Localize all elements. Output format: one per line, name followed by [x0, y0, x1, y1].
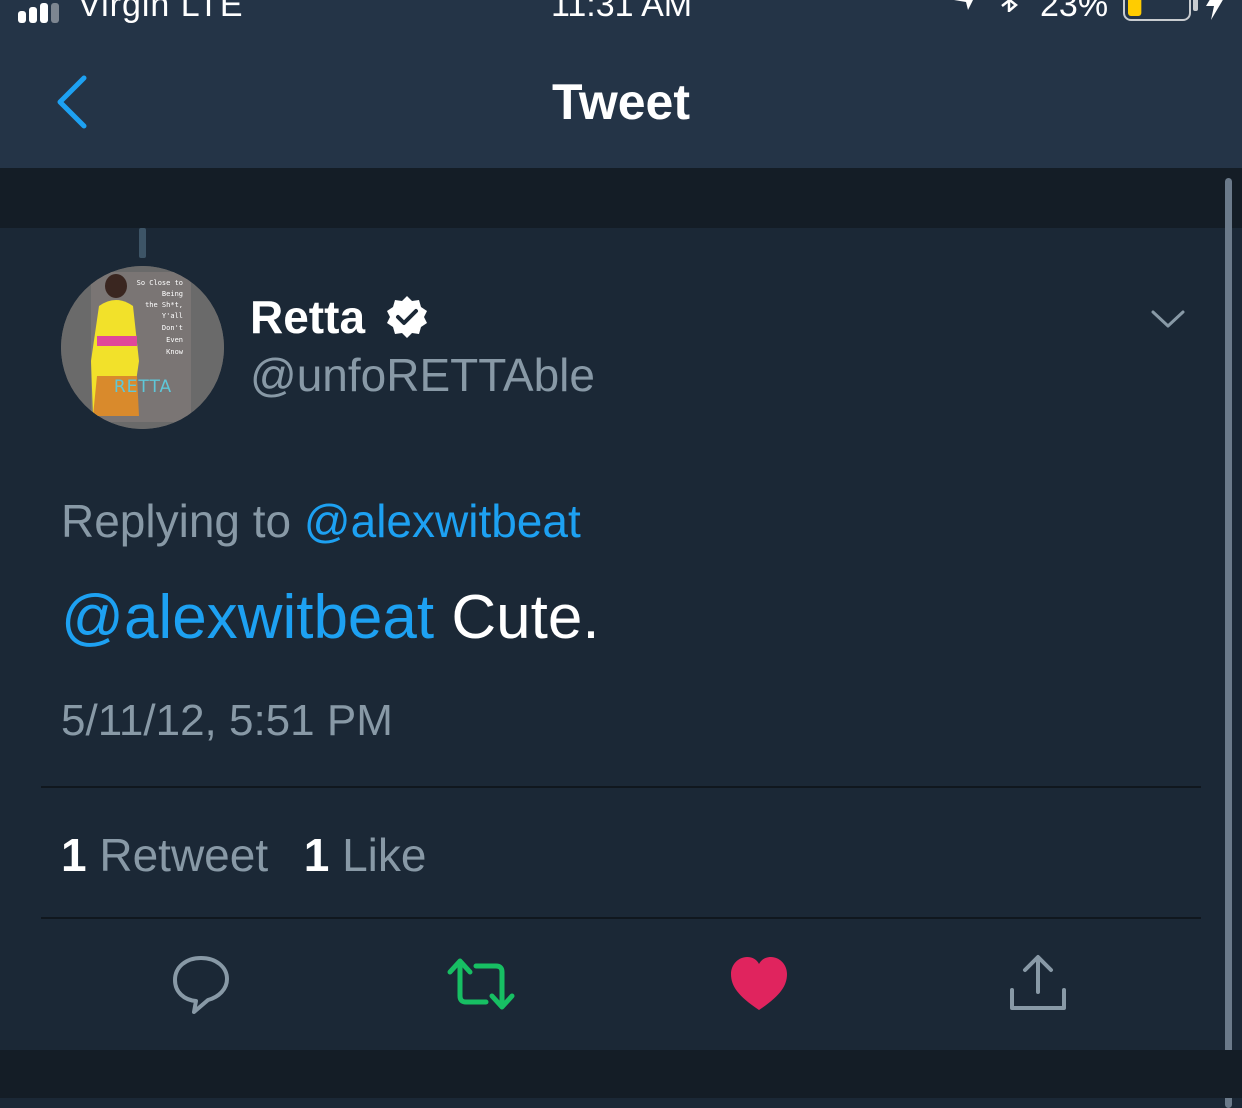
share-icon[interactable]: [1006, 952, 1070, 1016]
status-bar: Virgin LTE 11:31 AM 23%: [0, 0, 1242, 30]
like-label[interactable]: Like: [342, 829, 426, 881]
tweet-text: @alexwitbeat Cute.: [61, 582, 600, 653]
thread-connector-line: [139, 228, 146, 258]
like-heart-icon[interactable]: [728, 952, 790, 1016]
author-name[interactable]: Retta: [250, 290, 365, 344]
separator-band: [0, 168, 1242, 228]
mention-link[interactable]: @alexwitbeat: [61, 583, 434, 652]
replying-prefix: Replying to: [61, 495, 304, 547]
bluetooth-icon: [1001, 0, 1018, 12]
navigation-bar: Virgin LTE 11:31 AM 23% Tweet: [0, 0, 1242, 168]
engagement-stats: 1 Retweet 1 Like: [61, 828, 426, 882]
like-count[interactable]: 1: [304, 829, 330, 881]
cover-line: Being: [162, 290, 183, 298]
tweet-body: Cute.: [434, 583, 600, 652]
verified-badge-icon: [387, 296, 427, 338]
cover-author: RETTA: [114, 377, 172, 397]
charging-icon: [1206, 0, 1223, 20]
divider: [41, 786, 1201, 788]
avatar[interactable]: So Close to Being the Sh*t, Y'all Don't …: [61, 266, 224, 429]
avatar-book-cover: So Close to Being the Sh*t, Y'all Don't …: [61, 266, 224, 429]
page-title: Tweet: [552, 74, 690, 130]
cover-line: So Close to: [137, 279, 183, 287]
retweet-label[interactable]: Retweet: [99, 829, 268, 881]
replying-to-link[interactable]: @alexwitbeat: [304, 495, 581, 547]
author-handle[interactable]: @unfoRETTAble: [250, 348, 595, 402]
signal-icon: [18, 3, 59, 23]
location-arrow-icon: [954, 0, 973, 10]
chevron-down-icon[interactable]: [1150, 308, 1186, 332]
bottom-separator-band: [0, 1050, 1242, 1098]
battery-icon: [1123, 0, 1198, 21]
battery-percentage: 23%: [1040, 0, 1109, 24]
scrollbar[interactable]: [1225, 178, 1232, 1108]
clock: 11:31 AM: [551, 0, 693, 24]
carrier-label: Virgin LTE: [78, 0, 244, 24]
replying-to-line: Replying to @alexwitbeat: [61, 494, 581, 548]
divider: [41, 917, 1201, 919]
cover-line: Know: [166, 348, 184, 356]
cover-line: Don't: [162, 324, 183, 332]
tweet-timestamp: 5/11/12, 5:51 PM: [61, 696, 393, 745]
retweet-count[interactable]: 1: [61, 829, 87, 881]
cover-line: Even: [166, 336, 183, 344]
cover-line: the Sh*t,: [145, 301, 183, 309]
retweet-icon[interactable]: [446, 952, 516, 1016]
reply-icon[interactable]: [170, 952, 232, 1016]
cover-line: Y'all: [162, 312, 183, 320]
